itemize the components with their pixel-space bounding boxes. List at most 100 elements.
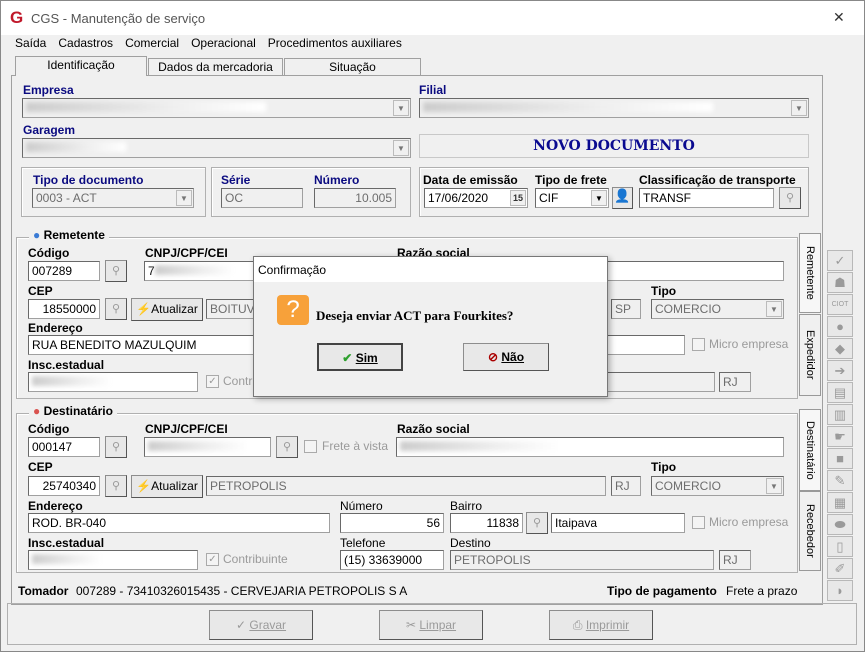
rem-micro-label: Micro empresa xyxy=(709,337,789,351)
binoculars-icon[interactable]: ⚲ xyxy=(779,187,801,209)
document-status: NOVO DOCUMENTO xyxy=(419,134,809,158)
dialog-message: Deseja enviar ACT para Fourkites? xyxy=(316,308,514,323)
dest-endereco-field[interactable]: ROD. BR-040 xyxy=(28,513,330,533)
dest-contrib-checkbox[interactable]: ✓ xyxy=(206,553,219,566)
binoculars-icon[interactable]: ⚲ xyxy=(105,260,127,282)
redacted-value xyxy=(400,441,560,451)
dest-micro-label: Micro empresa xyxy=(709,515,789,529)
lightning-icon: ⚡ xyxy=(136,302,152,316)
rem-cnpj-field[interactable]: 7 xyxy=(144,261,254,281)
rem-codigo-field[interactable]: 007289 xyxy=(28,261,100,281)
redacted-value xyxy=(32,554,102,564)
eraser-icon[interactable]: ◆ xyxy=(827,338,853,359)
side-tab-destinatario[interactable]: Destinatário xyxy=(799,409,821,491)
ciot-icon[interactable]: CIOT xyxy=(827,294,853,315)
frete-vista-label: Frete à vista xyxy=(322,439,389,453)
side-tab-remetente[interactable]: Remetente xyxy=(799,233,821,313)
rem-atualizar-button[interactable]: ⚡Atualizar xyxy=(131,298,203,321)
calendar-icon[interactable]: 15 xyxy=(510,190,526,206)
edit-doc-icon[interactable]: ✐ xyxy=(827,558,853,579)
filial-select[interactable]: ▼ xyxy=(419,98,809,118)
rem-cep-field[interactable]: 18550000 xyxy=(28,299,100,319)
report-icon[interactable]: ▦ xyxy=(827,492,853,513)
nao-button[interactable]: ⊘ Não xyxy=(463,343,549,371)
tipo-documento-select[interactable]: 0003 - ACT ▼ xyxy=(32,188,194,208)
rem-razao-field[interactable] xyxy=(607,261,784,281)
frete-vista-checkbox[interactable] xyxy=(304,440,317,453)
dest-numero-field[interactable]: 56 xyxy=(340,513,444,533)
imprimir-button[interactable]: ⎙ Imprimir xyxy=(549,610,653,640)
side-tab-recebedor[interactable]: Recebedor xyxy=(799,491,821,571)
menu-operacional[interactable]: Operacional xyxy=(191,36,256,50)
dest-atualizar-button[interactable]: ⚡Atualizar xyxy=(131,475,203,498)
dest-telefone-field[interactable]: (15) 33639000 xyxy=(340,550,444,570)
rem-endereco-field[interactable]: RUA BENEDITO MAZULQUIM xyxy=(28,335,256,355)
check-icon[interactable]: ✓ xyxy=(827,250,853,271)
empresa-select[interactable]: ▼ xyxy=(22,98,411,118)
tomador-value: 007289 - 73410326015435 - CERVEJARIA PET… xyxy=(76,584,408,598)
people-icon[interactable]: ☗ xyxy=(827,272,853,293)
dest-numero-label: Número xyxy=(340,499,383,513)
rem-insc-field[interactable] xyxy=(28,372,198,392)
dest-cnpj-field[interactable] xyxy=(144,437,271,457)
menu-comercial[interactable]: Comercial xyxy=(125,36,179,50)
dest-contrib-label: Contribuinte xyxy=(223,552,288,566)
book-icon[interactable]: ▯ xyxy=(827,536,853,557)
tab-situacao[interactable]: Situação xyxy=(284,58,421,76)
menu-procedimentos[interactable]: Procedimentos auxiliares xyxy=(268,36,402,50)
dest-codigo-field[interactable]: 000147 xyxy=(28,437,100,457)
classificacao-field[interactable]: TRANSF xyxy=(639,188,774,208)
dest-cidade-field: PETROPOLIS xyxy=(206,476,606,496)
rem-micro-checkbox[interactable] xyxy=(692,338,705,351)
person-icon: ● xyxy=(33,228,41,242)
dest-bairro-codigo-field[interactable]: 11838 xyxy=(450,513,523,533)
binoculars-icon[interactable]: ⚲ xyxy=(105,298,127,320)
feather-icon[interactable]: ✎ xyxy=(827,470,853,491)
document-icon[interactable]: ▤ xyxy=(827,382,853,403)
data-emissao-label: Data de emissão xyxy=(423,173,518,187)
dest-bairro-label: Bairro xyxy=(450,499,483,513)
menu-cadastros[interactable]: Cadastros xyxy=(58,36,113,50)
tipo-pagamento-label: Tipo de pagamento xyxy=(607,584,717,598)
tipo-frete-select[interactable]: CIF ▼ xyxy=(535,188,609,208)
dest-insc-field[interactable] xyxy=(28,550,198,570)
sim-button[interactable]: ✔ Sim xyxy=(317,343,403,371)
redacted-value xyxy=(26,142,126,152)
data-emissao-field[interactable]: 17/06/2020 15 xyxy=(424,188,528,208)
person-icon[interactable]: 👤 xyxy=(612,187,633,209)
rem-bairro-field[interactable] xyxy=(607,335,685,355)
cat-icon[interactable]: ◗ xyxy=(827,580,853,601)
numero-field[interactable]: 10.005 xyxy=(314,188,396,208)
leaf-icon[interactable]: ⬬ xyxy=(827,514,853,535)
hand-icon[interactable]: ☛ xyxy=(827,426,853,447)
dest-micro-checkbox[interactable] xyxy=(692,516,705,529)
side-tab-expedidor[interactable]: Expedidor xyxy=(799,314,821,396)
map-icon[interactable]: ■ xyxy=(827,448,853,469)
rem-tipo-select[interactable]: COMERCIO ▼ xyxy=(651,299,784,319)
binoculars-icon[interactable]: ⚲ xyxy=(105,475,127,497)
rem-endereco-label: Endereço xyxy=(28,321,83,335)
dest-cep-field[interactable]: 25740340 xyxy=(28,476,100,496)
circle-icon[interactable]: ● xyxy=(827,316,853,337)
binoculars-icon[interactable]: ⚲ xyxy=(526,512,548,534)
export-icon[interactable]: ➔ xyxy=(827,360,853,381)
dest-razao-field[interactable] xyxy=(396,437,784,457)
close-icon[interactable]: ✕ xyxy=(833,9,845,26)
tab-dados-mercadoria[interactable]: Dados da mercadoria xyxy=(148,58,283,76)
tipo-frete-label: Tipo de frete xyxy=(535,173,607,187)
menu-saida[interactable]: Saída xyxy=(15,36,46,50)
dest-destino-field: PETROPOLIS xyxy=(450,550,714,570)
dest-tipo-select[interactable]: COMERCIO ▼ xyxy=(651,476,784,496)
serie-field[interactable]: OC xyxy=(221,188,303,208)
nao-label: Não xyxy=(501,350,525,364)
binoculars-icon[interactable]: ⚲ xyxy=(105,436,127,458)
tab-identificacao[interactable]: Identificação xyxy=(15,56,147,76)
dest-bairro-field[interactable]: Itaipava xyxy=(551,513,685,533)
pages-icon[interactable]: ▥ xyxy=(827,404,853,425)
rem-contrib-checkbox[interactable]: ✓ xyxy=(206,375,219,388)
limpar-button[interactable]: ✂ Limpar xyxy=(379,610,483,640)
binoculars-icon[interactable]: ⚲ xyxy=(276,436,298,458)
dialog-title: Confirmação xyxy=(258,263,327,277)
gravar-button[interactable]: ✓ Gravar xyxy=(209,610,313,640)
garagem-select[interactable]: ▼ xyxy=(22,138,411,158)
